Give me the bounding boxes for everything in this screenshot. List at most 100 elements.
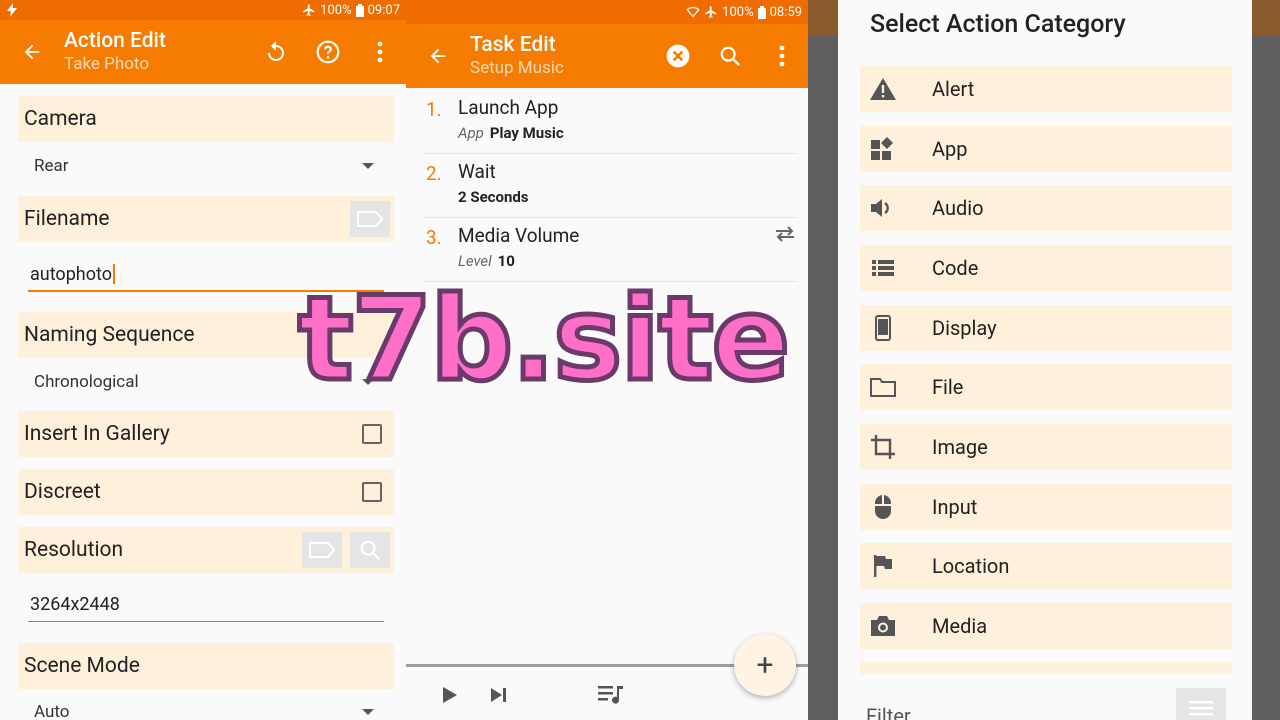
queue-music-icon[interactable] <box>598 684 624 706</box>
camera-value: Rear <box>34 156 69 176</box>
action-param: App Play Music <box>458 124 564 142</box>
close-circle-icon <box>666 44 690 68</box>
text-cursor <box>112 264 115 284</box>
filename-label-text: Filename <box>24 207 110 231</box>
search-button[interactable] <box>704 30 756 82</box>
list-icon <box>872 260 894 276</box>
search-icon <box>360 540 381 561</box>
camera-select[interactable]: Rear <box>28 151 384 181</box>
folder-icon <box>870 378 896 397</box>
param-value: Play Music <box>489 124 564 142</box>
category-dialog-screen: Select Action Category Alert App Audio C… <box>808 0 1280 720</box>
variable-tag-button[interactable] <box>350 201 390 237</box>
skip-next-icon[interactable] <box>490 687 508 703</box>
arrow-back-icon <box>24 44 40 60</box>
category-label: Audio <box>932 196 984 220</box>
dropdown-arrow-icon <box>362 709 374 715</box>
app-bar: Task Edit Setup Music <box>406 24 808 88</box>
crop-icon <box>871 435 895 459</box>
overflow-menu-button[interactable] <box>354 26 406 78</box>
category-item-file[interactable]: File <box>860 364 1232 410</box>
insert-in-gallery-row[interactable]: Insert In Gallery <box>18 411 394 457</box>
param-key: Level <box>458 252 492 270</box>
status-bar: 100% 09:07 <box>0 0 406 20</box>
resolution-label: Resolution <box>18 527 394 573</box>
wifi-icon <box>686 6 700 18</box>
discreet-label-text: Discreet <box>24 480 101 504</box>
scene-label-text: Scene Mode <box>24 654 140 678</box>
back-button[interactable] <box>406 45 470 67</box>
param-value: 2 Seconds <box>458 188 529 206</box>
camera-label: Camera <box>18 96 394 142</box>
search-button[interactable] <box>350 532 390 568</box>
dialog-title: Select Action Category <box>870 10 1126 39</box>
action-name: Launch App <box>458 96 559 119</box>
category-label: Location <box>932 554 1010 578</box>
action-name: Wait <box>458 160 496 183</box>
category-item-app[interactable]: App <box>860 126 1232 172</box>
action-name: Media Volume <box>458 224 580 247</box>
category-label: App <box>932 137 968 161</box>
battery-icon <box>757 5 766 19</box>
battery-text: 100% <box>320 2 352 18</box>
resolution-label-text: Resolution <box>24 538 124 562</box>
watermark-text: t7b.site <box>295 272 792 407</box>
app-bar: Action Edit Take Photo <box>0 20 406 84</box>
screenshot-collage: 100% 09:07 Action Edit Take Photo Camera… <box>0 0 1280 720</box>
task-action-item[interactable]: 2. Wait 2 Seconds <box>424 154 798 218</box>
category-item-display[interactable]: Display <box>860 305 1232 351</box>
scene-mode-select[interactable]: Auto <box>28 697 384 720</box>
screen-title: Action Edit <box>64 29 166 53</box>
swap-icon <box>776 226 794 242</box>
category-item-partial[interactable] <box>860 662 1232 674</box>
category-label: Media <box>932 614 988 638</box>
arrow-back-icon <box>430 48 446 64</box>
discreet-checkbox[interactable] <box>362 482 382 502</box>
cancel-button[interactable] <box>652 30 704 82</box>
naming-value: Chronological <box>34 372 139 392</box>
undo-icon <box>268 41 284 61</box>
scene-mode-label: Scene Mode <box>18 643 394 689</box>
overflow-menu-button[interactable] <box>756 30 808 82</box>
category-item-media[interactable]: Media <box>860 603 1232 649</box>
resolution-input[interactable]: 3264x2448 <box>28 588 384 622</box>
task-action-item[interactable]: 1. Launch App App Play Music <box>424 90 798 154</box>
action-number: 3. <box>426 226 442 249</box>
add-action-button[interactable]: + <box>734 634 796 696</box>
help-button[interactable] <box>302 26 354 78</box>
insert-in-gallery-checkbox[interactable] <box>362 424 382 444</box>
reset-button[interactable] <box>250 26 302 78</box>
category-item-code[interactable]: Code <box>860 245 1232 291</box>
category-item-location[interactable]: Location <box>860 543 1232 589</box>
category-label: Display <box>932 316 997 340</box>
filename-label: Filename <box>18 196 394 242</box>
resolution-value: 3264x2448 <box>30 594 120 615</box>
category-item-input[interactable]: Input <box>860 484 1232 530</box>
flash-icon <box>7 3 17 17</box>
select-action-category-dialog: Select Action Category Alert App Audio C… <box>838 0 1252 720</box>
category-item-audio[interactable]: Audio <box>860 185 1232 231</box>
screen-subtitle: Setup Music <box>470 58 564 78</box>
volume-icon <box>871 199 889 217</box>
category-item-image[interactable]: Image <box>860 424 1232 470</box>
clock: 08:59 <box>769 4 802 20</box>
mouse-icon <box>875 495 891 519</box>
battery-text: 100% <box>722 4 754 20</box>
back-button[interactable] <box>0 41 64 63</box>
category-item-alert[interactable]: Alert <box>860 66 1232 112</box>
swap-button[interactable] <box>774 226 796 246</box>
variable-tag-button[interactable] <box>302 532 342 568</box>
widgets-icon <box>871 137 893 160</box>
help-icon <box>316 40 340 64</box>
action-number: 2. <box>426 162 442 185</box>
param-key: App <box>458 124 484 142</box>
plus-icon: + <box>756 647 774 683</box>
filter-button[interactable] <box>1176 688 1226 720</box>
discreet-row[interactable]: Discreet <box>18 469 394 515</box>
play-icon[interactable] <box>442 686 458 704</box>
screen-title: Task Edit <box>470 33 556 57</box>
action-param: Level 10 <box>458 252 515 270</box>
camera-icon <box>871 616 895 636</box>
label-icon <box>309 542 336 558</box>
battery-icon <box>355 3 364 17</box>
